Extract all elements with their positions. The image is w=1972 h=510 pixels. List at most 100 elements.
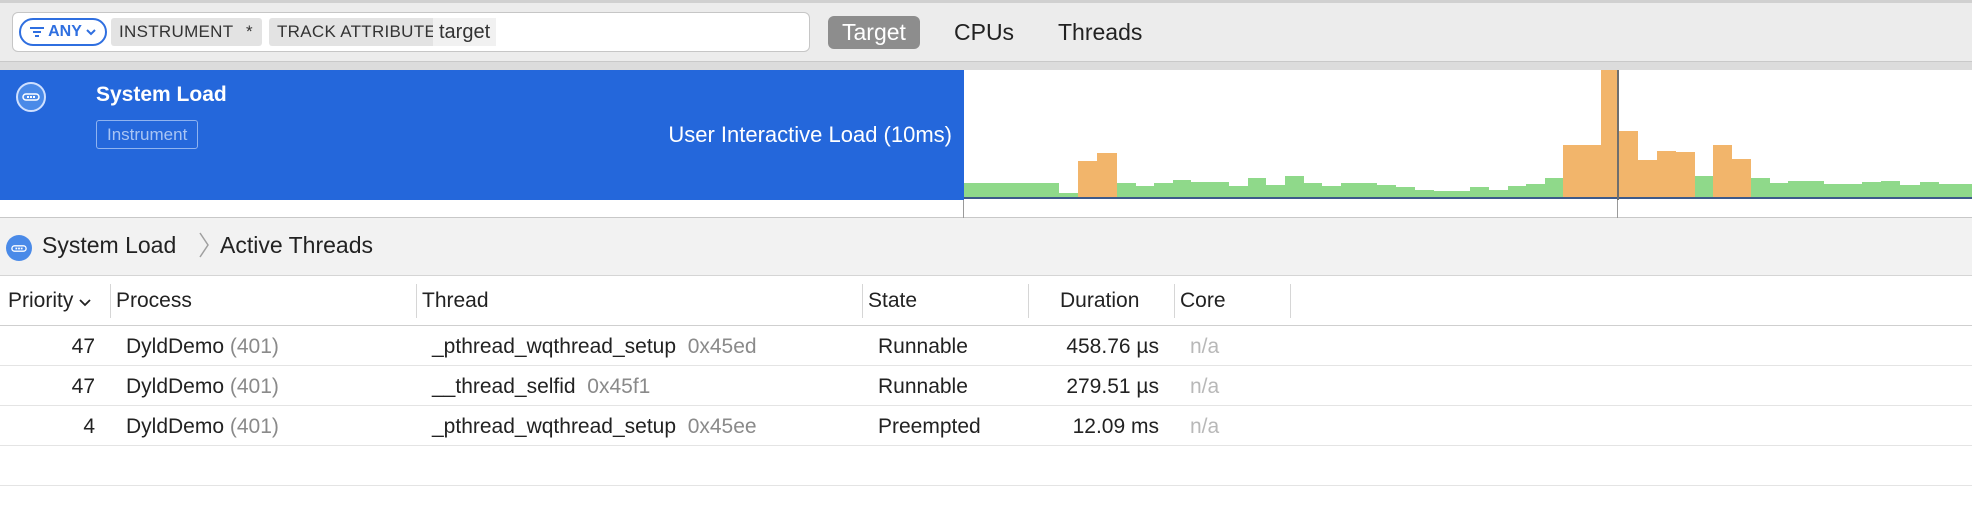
state-cell: Runnable <box>878 335 968 358</box>
load-bar <box>1173 180 1191 197</box>
load-bar <box>1582 145 1601 197</box>
load-bar <box>1396 187 1415 197</box>
filter-icon <box>30 27 45 37</box>
column-state-header[interactable]: State <box>868 289 917 313</box>
load-bar <box>1322 186 1341 197</box>
table-row[interactable]: 4 DyldDemo (401) _pthread_wqthread_setup… <box>0 406 1972 446</box>
load-bar <box>1377 185 1396 197</box>
load-bar <box>1508 186 1526 197</box>
load-bar <box>1788 181 1824 197</box>
state-cell: Preempted <box>878 415 981 438</box>
any-match-button[interactable]: ANY <box>19 18 107 46</box>
filter-token-wildcard[interactable]: * <box>237 18 262 46</box>
breadcrumb-active-threads[interactable]: Active Threads <box>220 232 373 259</box>
load-bar <box>1136 186 1154 197</box>
filter-token-track-attribute[interactable]: TRACK ATTRIBUTE <box>269 18 461 46</box>
load-bar <box>1266 185 1285 197</box>
load-bar <box>1619 131 1638 197</box>
system-load-icon <box>16 82 46 112</box>
column-divider[interactable] <box>416 284 417 318</box>
filter-field[interactable]: ANY INSTRUMENT * TRACK ATTRIBUTE target <box>12 12 810 52</box>
column-core-header[interactable]: Core <box>1180 289 1226 313</box>
load-bar <box>1713 145 1732 197</box>
load-bar <box>1638 160 1657 197</box>
column-duration-header[interactable]: Duration <box>1060 289 1139 313</box>
scope-target-button[interactable]: Target <box>828 16 920 49</box>
load-bar <box>1229 186 1248 197</box>
column-divider[interactable] <box>1174 284 1175 318</box>
breadcrumb-system-load[interactable]: System Load <box>42 232 176 259</box>
column-process-header[interactable]: Process <box>116 289 192 313</box>
chevron-down-icon <box>86 29 96 36</box>
load-bar <box>1900 185 1920 197</box>
load-bar <box>1434 191 1470 197</box>
core-cell: n/a <box>1190 415 1220 438</box>
duration-cell: 279.51 µs <box>1066 375 1159 398</box>
load-graph[interactable] <box>964 70 1972 200</box>
track-title: System Load <box>96 83 227 106</box>
any-label: ANY <box>48 23 82 40</box>
column-divider[interactable] <box>862 284 863 318</box>
load-bar <box>1285 176 1304 197</box>
load-bar <box>1939 184 1972 197</box>
load-bar <box>1676 152 1695 197</box>
ruler-tick <box>963 200 964 218</box>
table-row[interactable]: 47 DyldDemo (401) __thread_selfid 0x45f1… <box>0 366 1972 406</box>
table-row-empty <box>0 446 1972 486</box>
column-divider[interactable] <box>110 284 111 318</box>
core-cell: n/a <box>1190 375 1220 398</box>
load-graph-svg <box>964 70 1972 200</box>
thread-cell: _pthread_wqthread_setup 0x45ee <box>432 415 757 438</box>
load-bar <box>1078 161 1097 197</box>
load-bar <box>1304 183 1322 197</box>
load-bar <box>1545 178 1563 197</box>
load-bar <box>1824 184 1862 197</box>
load-bar <box>1563 145 1582 197</box>
track-label: User Interactive Load (10ms) <box>668 122 952 147</box>
process-cell: DyldDemo (401) <box>126 375 279 398</box>
load-bar <box>1341 183 1377 197</box>
track-header[interactable]: System Load Instrument User Interactive … <box>0 70 964 200</box>
load-bar <box>1191 182 1229 197</box>
load-bar <box>1117 183 1136 197</box>
duration-cell: 12.09 ms <box>1072 415 1159 438</box>
filter-token-instrument[interactable]: INSTRUMENT <box>111 18 258 46</box>
state-cell: Runnable <box>878 375 968 398</box>
load-bar <box>1154 183 1173 197</box>
load-bar <box>1770 183 1788 197</box>
table-header: Priority Process Thread State Duration C… <box>0 276 1972 326</box>
track-divider <box>0 62 1972 70</box>
column-thread-header[interactable]: Thread <box>422 289 489 313</box>
load-bar <box>1415 190 1434 197</box>
load-bar <box>1732 159 1751 197</box>
load-bar <box>1862 182 1881 197</box>
load-bar <box>1059 193 1078 197</box>
sort-descending-icon <box>79 299 91 307</box>
load-bar <box>1601 70 1610 197</box>
filter-text-value[interactable]: target <box>433 18 497 46</box>
duration-cell: 458.76 µs <box>1066 335 1159 358</box>
scope-threads-button[interactable]: Threads <box>1044 16 1156 49</box>
column-divider[interactable] <box>1028 284 1029 318</box>
chevron-right-icon <box>198 230 210 267</box>
load-bar <box>1489 190 1508 197</box>
priority-cell: 47 <box>71 375 95 398</box>
column-priority-header[interactable]: Priority <box>8 289 91 313</box>
timeline-ruler <box>0 200 1972 218</box>
load-bar <box>1470 187 1489 197</box>
core-cell: n/a <box>1190 335 1220 358</box>
load-bar <box>1657 151 1676 197</box>
thread-cell: __thread_selfid 0x45f1 <box>432 375 651 398</box>
column-divider[interactable] <box>1290 284 1291 318</box>
table-row[interactable]: 47 DyldDemo (401) _pthread_wqthread_setu… <box>0 326 1972 366</box>
load-bar <box>1097 153 1117 197</box>
graph-baseline <box>964 197 1972 199</box>
scope-cpus-button[interactable]: CPUs <box>940 16 1028 49</box>
playhead-line[interactable] <box>1617 70 1619 200</box>
load-bar <box>1695 176 1713 197</box>
load-bar <box>1881 181 1900 197</box>
priority-cell: 4 <box>83 415 95 438</box>
load-bar <box>1610 70 1617 197</box>
system-load-icon <box>6 235 32 261</box>
load-bar <box>1526 184 1545 197</box>
